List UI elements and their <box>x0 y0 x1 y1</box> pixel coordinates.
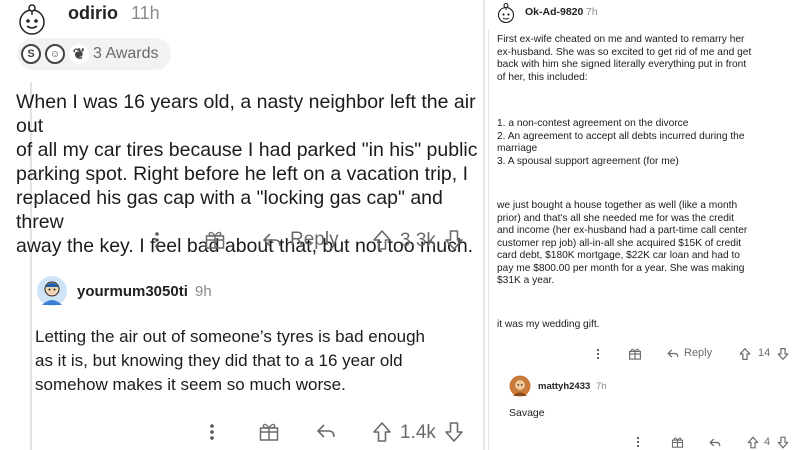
reply-icon[interactable] <box>709 437 721 448</box>
downvote-icon[interactable] <box>444 421 464 443</box>
give-award-icon[interactable] <box>204 229 226 251</box>
comment-time: 11h <box>131 3 160 23</box>
awards-label: 3 Awards <box>93 45 159 62</box>
upvote-icon[interactable] <box>739 347 751 361</box>
downvote-icon[interactable] <box>777 347 789 361</box>
upvote-icon[interactable] <box>747 436 759 449</box>
vote-score: 3.3k <box>400 230 436 251</box>
give-award-icon[interactable] <box>258 421 280 443</box>
comment-body: Savage <box>509 407 545 419</box>
reply-label: Reply <box>290 229 339 250</box>
more-options-icon[interactable] <box>635 436 641 448</box>
silver-award-icon: S <box>21 44 41 64</box>
list-item: 1. a non-contest agreement on the divorc… <box>497 118 689 129</box>
more-options-icon[interactable] <box>152 230 162 250</box>
avatar[interactable] <box>36 275 68 307</box>
wholesome-award-icon: ☺ <box>45 44 65 64</box>
comment-body: First ex-wife cheated on me and wanted t… <box>497 34 752 83</box>
avatar[interactable] <box>509 375 531 397</box>
avatar[interactable] <box>495 2 517 24</box>
upvote-icon[interactable] <box>372 421 392 443</box>
comment-time: 7h <box>596 381 607 392</box>
downvote-icon[interactable] <box>444 229 464 251</box>
reply-icon <box>667 348 679 358</box>
vote-score: 14 <box>758 347 771 359</box>
comment-username[interactable]: Ok-Ad-9820 <box>525 6 583 18</box>
thread-line[interactable] <box>488 30 489 450</box>
upvote-icon[interactable] <box>372 229 392 251</box>
vote-score: 4 <box>764 436 771 448</box>
helpful-award-icon: ❦ <box>69 44 89 64</box>
reply-label: Reply <box>684 347 713 359</box>
reply-button[interactable]: Reply <box>262 229 339 251</box>
more-options-icon[interactable] <box>207 422 217 442</box>
comment-body: Letting the air out of someone’s tyres i… <box>35 327 425 394</box>
vote-score: 1.4k <box>400 422 436 443</box>
awards-badge[interactable]: S ☺ ❦ 3 Awards <box>17 38 171 70</box>
give-award-icon[interactable] <box>671 436 684 449</box>
reply-icon <box>262 233 281 247</box>
reply-button[interactable]: Reply <box>667 347 712 359</box>
reply-icon[interactable] <box>316 422 336 440</box>
left-comment-panel: odirio 11h S ☺ ❦ 3 Awards When I was 16 … <box>0 0 483 450</box>
comment-username[interactable]: mattyh2433 <box>538 381 590 392</box>
give-award-icon[interactable] <box>628 347 642 361</box>
comment-time: 9h <box>195 283 212 300</box>
comment-username[interactable]: odirio <box>68 3 118 24</box>
right-comment-panel: Ok-Ad-9820 7h First ex-wife cheated on m… <box>485 0 800 450</box>
more-options-icon[interactable] <box>595 348 601 360</box>
list-item: 3. A spousal support agreement (for me) <box>497 155 679 167</box>
downvote-icon[interactable] <box>777 436 789 449</box>
avatar[interactable] <box>15 2 49 36</box>
comment-body: it was my wedding gift. <box>497 319 600 330</box>
list-item: 2. An agreement to accept all debts incu… <box>497 130 745 155</box>
comment-time: 7h <box>586 6 598 18</box>
comment-body: we just bought a house together as well … <box>497 200 748 286</box>
comment-username[interactable]: yourmum3050ti <box>77 283 188 300</box>
comment-list: 1. a non-contest agreement on the divorc… <box>497 118 797 168</box>
